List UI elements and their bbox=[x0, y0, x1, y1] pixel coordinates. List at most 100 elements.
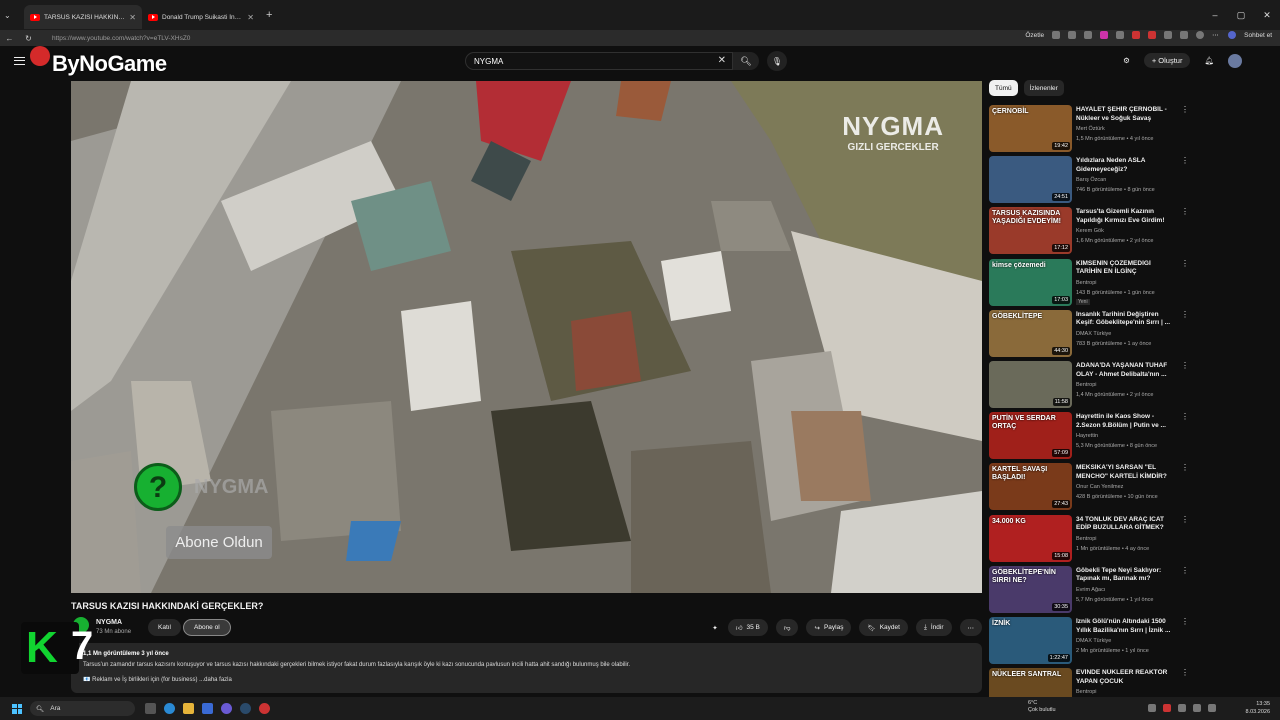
video-thumbnail[interactable]: TARSUS KAZISINDA YAŞADIĞI EVDEYİM! 17:12 bbox=[989, 207, 1072, 255]
recommendation-channel[interactable]: DMAX Türkiye bbox=[1076, 331, 1111, 337]
channel-name[interactable]: NYGMA bbox=[96, 619, 122, 626]
recommendation-item[interactable]: ÇERNOBİL 19:42 HAYALET ŞEHİR ÇERNOBİL - Nü… bbox=[989, 105, 1189, 153]
recommendation-title[interactable]: İznik Gölü'nün Altındaki 1500 Yıllık Baz… bbox=[1076, 618, 1172, 635]
bookmark-star-icon[interactable] bbox=[1068, 31, 1077, 39]
video-thumbnail[interactable]: GÖBEKLİTEPE'NİN SIRRI NE? 30:35 bbox=[989, 565, 1072, 613]
more-options-icon[interactable]: ⋮ bbox=[1181, 207, 1189, 216]
profile-avatar-icon[interactable] bbox=[1196, 31, 1205, 39]
dislike-button[interactable]: 👎︎ bbox=[775, 619, 799, 636]
recommendation-title[interactable]: ADANA'DA YAŞANAN TUHAF OLAY - Ahmet Deli… bbox=[1076, 362, 1172, 379]
recommendation-channel[interactable]: Kerem Gök bbox=[1076, 228, 1104, 234]
tab-active[interactable]: TARSUS KAZISI HAKKINDAKİ GERÇEKLER? ✕ bbox=[24, 5, 142, 29]
more-options-icon[interactable]: ⋮ bbox=[1181, 668, 1189, 677]
cast-icon[interactable]: ⚙ bbox=[1123, 56, 1130, 65]
like-button[interactable]: 👍︎ 35 B bbox=[727, 619, 768, 636]
video-thumbnail[interactable]: GÖBEKLİTEPE 44:30 bbox=[989, 309, 1072, 357]
recommendation-item[interactable]: TARSUS KAZISINDA YAŞADIĞI EVDEYİM! 17:12 T… bbox=[989, 207, 1189, 255]
video-thumbnail[interactable]: kimse çözemedi 17:03 bbox=[989, 258, 1072, 306]
recommendation-title[interactable]: EVİNDE NÜKLEER REAKTÖR YAPAN ÇOCUK bbox=[1076, 669, 1172, 686]
more-options-icon[interactable]: ⋮ bbox=[1181, 259, 1189, 268]
save-button[interactable]: 🔖︎ Kaydet bbox=[859, 619, 908, 636]
maximize-button[interactable]: ▢ bbox=[1228, 0, 1254, 30]
notifications-bell-icon[interactable]: 🔔︎ bbox=[1204, 56, 1214, 65]
close-window-button[interactable]: ✕ bbox=[1254, 0, 1280, 30]
recommendation-item[interactable]: İZNİK 1:22:47 İznik Gölü'nün Altındaki 150… bbox=[989, 617, 1189, 665]
recommendation-title[interactable]: Tarsus'ta Gizemli Kazının Yapıldığı Kırm… bbox=[1076, 208, 1172, 225]
chat-button[interactable]: Sohbet et bbox=[1244, 32, 1272, 39]
mic-icon[interactable]: 🎙︎ bbox=[767, 51, 787, 71]
recommendation-title[interactable]: HAYALET ŞEHİR ÇERNOBİL - Nükleer ve Soğu… bbox=[1076, 106, 1172, 123]
download-button[interactable]: ⤓ İndir bbox=[915, 619, 952, 636]
video-thumbnail[interactable]: 34.000 KG 15:08 bbox=[989, 514, 1072, 562]
recommendation-title[interactable]: İnsanlık Tarihini Değiştiren Keşif: Göbe… bbox=[1076, 311, 1172, 328]
task-view-icon[interactable] bbox=[145, 703, 156, 714]
summarize-button[interactable]: Özetle bbox=[1025, 32, 1044, 39]
tray-icon[interactable] bbox=[1148, 704, 1156, 712]
url-field[interactable]: https://www.youtube.com/watch?v=eTLV-XHs… bbox=[52, 35, 190, 42]
search-input[interactable]: NYGMA ✕ bbox=[465, 52, 733, 70]
video-thumbnail[interactable]: PUTİN VE SERDAR ORTAÇ 57:09 bbox=[989, 412, 1072, 460]
recommendation-channel[interactable]: DMAX Türkiye bbox=[1076, 638, 1111, 644]
description-box[interactable]: 1,1 Mn görüntüleme 3 yıl önce Tarsus'un … bbox=[71, 643, 982, 693]
recommendation-channel[interactable]: Bentropi bbox=[1076, 536, 1097, 542]
recommendation-title[interactable]: Yıldızlara Neden ASLA Gidemeyeceğiz? bbox=[1076, 157, 1172, 174]
hamburger-menu-icon[interactable] bbox=[14, 57, 25, 65]
recommendation-channel[interactable]: Bentropi bbox=[1076, 382, 1097, 388]
taskbar-search[interactable]: 🔍︎ Ara bbox=[30, 701, 135, 716]
recommendation-title[interactable]: KİMSENİN ÇÖZEMEDİĞİ TARİHİN EN İLGİNÇ KA… bbox=[1076, 260, 1172, 277]
more-options-icon[interactable]: ⋮ bbox=[1181, 515, 1189, 524]
taskbar-clock[interactable]: 13:35 8.03.2026 bbox=[1246, 700, 1270, 716]
recommendation-item[interactable]: GÖBEKLİTEPE 44:30 İnsanlık Tarihini Değişt… bbox=[989, 309, 1189, 358]
more-options-icon[interactable]: ⋮ bbox=[1181, 105, 1189, 114]
app-icon[interactable] bbox=[259, 703, 270, 714]
video-thumbnail[interactable]: KARTEL SAVAŞI BAŞLADI! 27:43 bbox=[989, 463, 1072, 511]
wifi-icon[interactable] bbox=[1193, 704, 1201, 712]
extension-icon[interactable] bbox=[1180, 31, 1189, 39]
extension-icon[interactable] bbox=[1148, 31, 1157, 39]
extension-icon[interactable] bbox=[1116, 31, 1125, 39]
more-options-icon[interactable]: ⋮ bbox=[1181, 566, 1189, 575]
share-button[interactable]: ↪ Paylaş bbox=[806, 619, 852, 636]
new-tab-button[interactable]: + bbox=[266, 9, 272, 21]
video-thumbnail[interactable]: ÇERNOBİL 19:42 bbox=[989, 105, 1072, 152]
recommendation-channel[interactable]: Bentropi bbox=[1076, 280, 1097, 286]
recommendation-item[interactable]: 24:51 Yıldızlara Neden ASLA Gidemeyeceğiz… bbox=[989, 156, 1189, 204]
video-thumbnail[interactable]: 24:51 bbox=[989, 156, 1072, 204]
weather-widget[interactable]: 6°C Çok bulutlu bbox=[1028, 700, 1056, 714]
extension-icon[interactable] bbox=[1052, 31, 1061, 39]
windows-start-icon[interactable] bbox=[12, 703, 22, 714]
tray-icon[interactable] bbox=[1178, 704, 1186, 712]
menu-dots-icon[interactable]: ⋯ bbox=[1212, 31, 1220, 39]
tray-icon[interactable] bbox=[1163, 704, 1171, 712]
store-icon[interactable] bbox=[202, 703, 213, 714]
volume-icon[interactable] bbox=[1208, 704, 1216, 712]
video-player[interactable]: NYGMA GIZLI GERCEKLER ? NYGMA Abone Oldu… bbox=[71, 81, 982, 593]
recommendation-channel[interactable]: Evrim Ağacı bbox=[1076, 587, 1105, 593]
extension-icon[interactable] bbox=[1084, 31, 1093, 39]
more-options-icon[interactable]: ⋮ bbox=[1181, 361, 1189, 370]
recommendation-item[interactable]: 11:58 ADANA'DA YAŞANAN TUHAF OLAY - Ahmet… bbox=[989, 361, 1189, 409]
chip-all[interactable]: Tümü bbox=[989, 80, 1018, 96]
back-icon[interactable]: ← bbox=[4, 34, 15, 43]
recommendation-channel[interactable]: Hayrettin bbox=[1076, 433, 1098, 439]
create-button[interactable]: + Oluştur bbox=[1143, 53, 1191, 68]
more-actions-button[interactable]: ⋯ bbox=[959, 619, 982, 636]
recommendation-title[interactable]: MEKSİKA'YI SARSAN "EL MENCHO" KARTELİ Kİ… bbox=[1076, 464, 1172, 481]
recommendation-item[interactable]: 34.000 KG 15:08 34 TONLUK DEV ARAÇ İCAT ED… bbox=[989, 514, 1189, 563]
account-avatar[interactable] bbox=[1228, 53, 1242, 68]
recommendation-channel[interactable]: Mert Öztürk bbox=[1076, 126, 1105, 132]
copilot-icon[interactable] bbox=[1228, 31, 1237, 39]
tab-close-icon[interactable]: ✕ bbox=[247, 13, 254, 22]
recommendation-item[interactable]: PUTİN VE SERDAR ORTAÇ 57:09 Hayrettin ile … bbox=[989, 412, 1189, 460]
recommendation-item[interactable]: kimse çözemedi 17:03 KİMSENİN ÇÖZEMEDİĞİ T… bbox=[989, 258, 1189, 307]
more-options-icon[interactable]: ⋮ bbox=[1181, 463, 1189, 472]
recommendation-item[interactable]: GÖBEKLİTEPE'NİN SIRRI NE? 30:35 Göbekli Te… bbox=[989, 565, 1189, 614]
recommendation-channel[interactable]: Bentropi bbox=[1076, 689, 1097, 695]
chip-watched[interactable]: İzlenenler bbox=[1023, 80, 1064, 96]
recommendation-title[interactable]: Göbekli Tepe Neyi Saklıyor: Tapınak mı, … bbox=[1076, 567, 1172, 584]
discord-icon[interactable] bbox=[221, 703, 232, 714]
file-explorer-icon[interactable] bbox=[183, 703, 194, 714]
recommendation-title[interactable]: 34 TONLUK DEV ARAÇ İCAT EDİP BUZULLARA G… bbox=[1076, 516, 1172, 533]
search-button[interactable]: 🔍︎ bbox=[733, 52, 759, 70]
extension-icon[interactable] bbox=[1164, 31, 1173, 39]
